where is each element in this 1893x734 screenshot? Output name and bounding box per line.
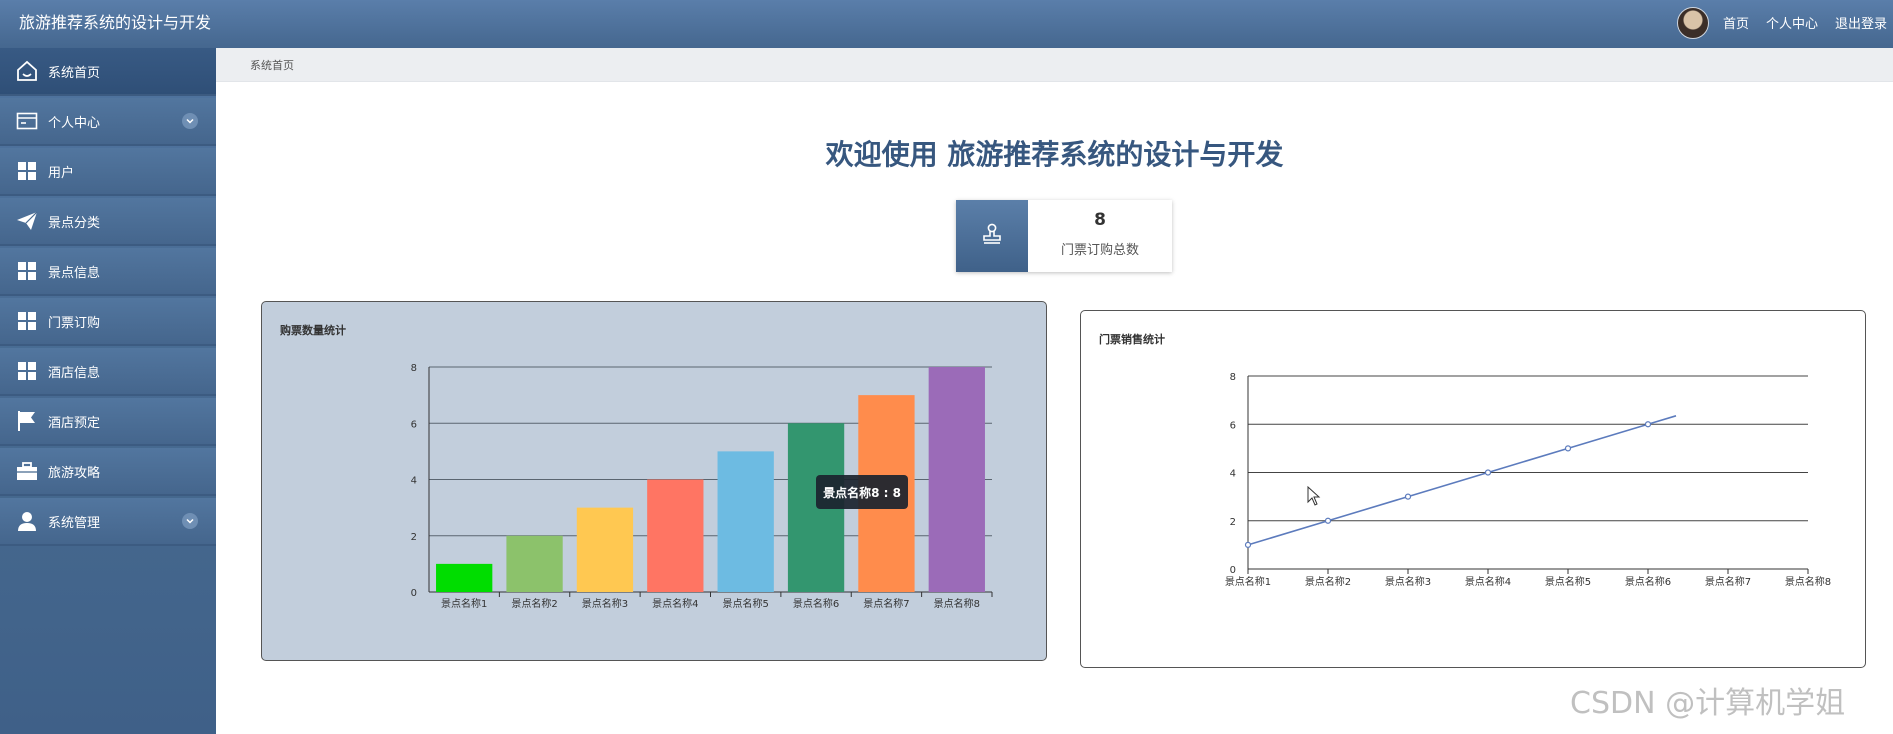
top-bar: 旅游推荐系统的设计与开发 首页 个人中心 退出登录 — [0, 0, 1893, 48]
bar — [647, 479, 704, 592]
bar — [717, 451, 774, 592]
x-tick-label: 景点名称7 — [863, 597, 909, 610]
grid-icon — [16, 360, 38, 382]
sidebar-item-scenic-info[interactable]: 景点信息 — [0, 248, 216, 296]
bar-chart: 0 2 4 6 8 景点名称1 景点名称2 景点名称3 景点名称4 景点名称5 景点名称6 景点名称7… — [411, 363, 993, 610]
sidebar-item-label: 门票订购 — [48, 315, 101, 331]
ticket-count-card: 8 门票订购总数 — [956, 200, 1172, 272]
y-tick-label: 6 — [1230, 420, 1236, 431]
sidebar-item-label: 用户 — [48, 165, 75, 181]
y-tick-label: 0 — [411, 588, 417, 599]
page-title: 欢迎使用 旅游推荐系统的设计与开发 — [825, 138, 1284, 171]
y-tick-label: 4 — [1230, 469, 1236, 480]
home-link[interactable]: 首页 — [1723, 13, 1749, 32]
x-tick-label: 景点名称5 — [723, 597, 769, 610]
y-tick-label: 6 — [411, 419, 417, 430]
data-point — [1324, 517, 1332, 524]
data-point — [1404, 493, 1412, 500]
card-icon — [16, 110, 38, 132]
sidebar-item-label: 酒店信息 — [48, 365, 101, 381]
sidebar-item-users[interactable]: 用户 — [0, 148, 216, 196]
user-icon — [16, 510, 38, 532]
y-tick-label: 2 — [1230, 517, 1236, 528]
y-tick-label: 0 — [1230, 565, 1236, 576]
flag-icon — [16, 410, 38, 432]
x-tick-label: 景点名称5 — [1545, 575, 1591, 588]
ticket-sales-chart-panel: 门票销售统计 0 2 4 6 8 景点名称1 景点名称2 景点名称3 景点名称4 景点名称5 景点名… — [1080, 310, 1866, 668]
profile-link[interactable]: 个人中心 — [1766, 13, 1818, 32]
stamp-icon — [980, 222, 1004, 250]
bar — [436, 563, 493, 592]
sidebar: 系统首页 个人中心 用户 景点分类 景点信息 门票订购 酒店信息 酒店预定 旅游… — [0, 48, 216, 734]
data-point — [1484, 469, 1492, 476]
breadcrumb: 系统首页 — [216, 48, 1893, 82]
grid-icon — [16, 260, 38, 282]
bar — [506, 535, 563, 592]
bar — [576, 507, 634, 592]
x-tick-label: 景点名称7 — [1705, 575, 1751, 588]
x-tick-label: 景点名称1 — [441, 597, 487, 610]
y-tick-label: 4 — [411, 476, 417, 487]
grid-icon — [16, 310, 38, 332]
mouse-cursor-icon — [1307, 485, 1321, 510]
sidebar-item-scenic-category[interactable]: 景点分类 — [0, 198, 216, 246]
breadcrumb-item-home[interactable]: 系统首页 — [250, 57, 294, 73]
sidebar-item-label: 个人中心 — [48, 115, 101, 131]
x-tick-label: 景点名称3 — [1385, 575, 1431, 588]
stat-text: 8 门票订购总数 — [1028, 200, 1172, 272]
sidebar-item-hotel-info[interactable]: 酒店信息 — [0, 348, 216, 396]
stat-label: 门票订购总数 — [1060, 243, 1139, 258]
x-tick-label: 景点名称1 — [1225, 575, 1271, 588]
chart-tooltip: 景点名称8 : 8 — [816, 475, 908, 509]
x-tick-label: 景点名称3 — [582, 597, 628, 610]
line-chart: 0 2 4 6 8 景点名称1 景点名称2 景点名称3 景点名称4 景点名称5 景点名称6 景点名称7… — [1225, 372, 1831, 588]
y-tick-label: 8 — [411, 363, 417, 374]
chevron-down-icon[interactable] — [182, 113, 198, 129]
chevron-down-icon[interactable] — [182, 513, 198, 529]
x-tick-label: 景点名称6 — [1625, 575, 1671, 588]
x-tick-label: 景点名称2 — [1305, 575, 1351, 588]
data-point — [1244, 541, 1252, 548]
sidebar-item-profile[interactable]: 个人中心 — [0, 98, 216, 146]
bar — [928, 367, 985, 592]
ticket-purchase-chart-panel: 购票数量统计 0 2 4 6 8 景点名称1 景点名称2 景点名称3 景点名称4 景点名称5 景点名… — [261, 301, 1047, 661]
sidebar-item-ticket-order[interactable]: 门票订购 — [0, 298, 216, 346]
x-tick-label: 景点名称4 — [652, 597, 698, 610]
sidebar-item-label: 旅游攻略 — [48, 465, 101, 481]
sidebar-item-hotel-booking[interactable]: 酒店预定 — [0, 398, 216, 446]
y-tick-label: 2 — [411, 532, 417, 543]
sidebar-item-label: 酒店预定 — [48, 415, 101, 431]
avatar[interactable] — [1676, 6, 1709, 39]
sidebar-item-travel-guide[interactable]: 旅游攻略 — [0, 448, 216, 496]
stat-icon-box — [956, 200, 1028, 272]
paper-plane-icon — [16, 210, 38, 232]
series-line — [1247, 415, 1677, 546]
x-tick-label: 景点名称2 — [511, 597, 557, 610]
x-tick-label: 景点名称8 — [1785, 575, 1831, 588]
sidebar-item-label: 景点分类 — [48, 215, 101, 231]
briefcase-icon — [16, 460, 38, 482]
sidebar-item-label: 系统管理 — [48, 515, 101, 531]
sidebar-item-system-management[interactable]: 系统管理 — [0, 498, 216, 546]
data-point — [1644, 421, 1652, 428]
top-right-nav: 首页 个人中心 退出登录 — [1676, 0, 1887, 45]
data-point — [1564, 445, 1572, 452]
home-icon — [16, 60, 38, 82]
stat-value: 8 — [1094, 210, 1106, 230]
x-tick-label: 景点名称4 — [1465, 575, 1511, 588]
app-title: 旅游推荐系统的设计与开发 — [19, 13, 212, 32]
watermark: CSDN @计算机学姐 — [1570, 686, 1846, 721]
y-tick-label: 8 — [1230, 372, 1236, 383]
sidebar-item-label: 系统首页 — [48, 65, 101, 81]
sidebar-item-home[interactable]: 系统首页 — [0, 48, 216, 96]
logout-link[interactable]: 退出登录 — [1835, 13, 1887, 32]
sidebar-item-label: 景点信息 — [48, 265, 101, 281]
grid-icon — [16, 160, 38, 182]
x-tick-label: 景点名称8 — [934, 597, 980, 610]
x-tick-label: 景点名称6 — [793, 597, 839, 610]
